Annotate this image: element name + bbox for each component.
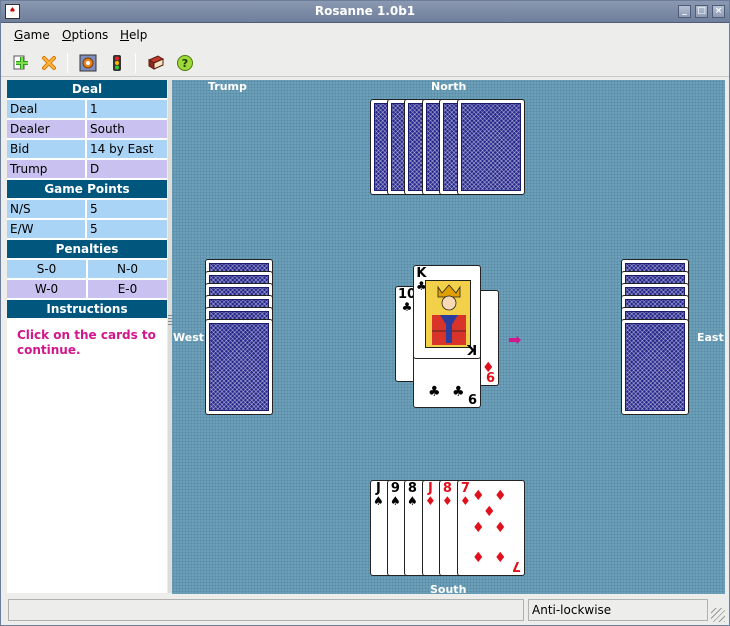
dealer-value: South: [87, 120, 167, 138]
diamond-icon: ♦: [483, 504, 496, 520]
trump-row: Trump D: [7, 160, 167, 178]
trump-value: D: [87, 160, 167, 178]
toolbar-separator: [135, 53, 136, 73]
arrow-right-icon: ➡: [508, 330, 522, 349]
instructions-text: Click on the cards to continue.: [17, 328, 156, 357]
north-penalty: N-0: [88, 260, 167, 278]
bid-value: 14 by East: [87, 140, 167, 158]
title-bar: ♠ Rosanne 1.0b1 _ □ ×: [1, 1, 729, 23]
west-card-back: [205, 319, 273, 415]
penalties-header: Penalties: [7, 240, 167, 258]
card-rank: 7: [511, 558, 521, 573]
dealer-row: Dealer South: [7, 120, 167, 138]
close-game-icon[interactable]: [39, 53, 59, 73]
status-direction: Anti-lockwise: [528, 599, 708, 621]
menu-bar: Game Options Help: [1, 24, 729, 46]
west-label: West: [173, 331, 205, 344]
east-card-back: [621, 319, 689, 415]
traffic-light-icon[interactable]: [107, 53, 127, 73]
east-penalty: E-0: [88, 280, 167, 298]
preferences-icon[interactable]: [78, 53, 98, 73]
club-icon: ♣: [428, 384, 441, 400]
king-face-icon: [425, 280, 471, 348]
spade-icon: ♠: [373, 494, 384, 508]
ew-points-row: E/W 5: [7, 220, 167, 238]
diamond-icon: ♦: [482, 360, 495, 376]
ns-label: N/S: [7, 200, 85, 218]
close-window-button[interactable]: ×: [712, 5, 725, 18]
diamond-icon: ♦: [472, 520, 485, 536]
penalties-row-we: W-0 E-0: [7, 280, 167, 298]
played-card-north: K ♣ K: [413, 265, 481, 359]
south-label: South: [430, 583, 467, 594]
diamond-icon: ♦: [460, 494, 471, 508]
deal-number-label: Deal Number: [7, 100, 85, 134]
ns-points-row: N/S 5: [7, 200, 167, 218]
south-card[interactable]: 7 ♦ ♦ ♦ ♦ ♦ ♦ ♦ ♦ 7: [457, 480, 525, 576]
window-title: Rosanne 1.0b1: [314, 4, 416, 18]
rules-book-icon[interactable]: [146, 53, 166, 73]
menu-options[interactable]: Options: [62, 28, 108, 42]
east-label: East: [697, 331, 724, 344]
diamond-icon: ♦: [425, 494, 436, 508]
game-points-header: Game Points: [7, 180, 167, 198]
diamond-icon: ♦: [494, 550, 507, 566]
diamond-icon: ♦: [494, 488, 507, 504]
status-left: [8, 599, 524, 621]
card-table: Trump North West East South 10 ♣ 9 ♦ 9 ♣…: [172, 80, 725, 594]
help-icon[interactable]: ?: [175, 53, 195, 73]
instructions-header: Instructions: [7, 300, 167, 318]
deal-number-row: Deal Number 1: [7, 100, 167, 134]
game-window: ♠ Rosanne 1.0b1 _ □ × Game Options Help …: [0, 0, 730, 626]
diamond-icon: ♦: [472, 488, 485, 504]
west-penalty: W-0: [7, 280, 86, 298]
south-penalty: S-0: [7, 260, 86, 278]
ns-points: 5: [87, 200, 167, 218]
menu-game[interactable]: Game: [14, 28, 50, 42]
toolbar: ?: [1, 47, 729, 77]
bid-label: Bid: [7, 140, 85, 158]
deal-number-value: 1: [87, 100, 167, 118]
bid-row: Bid 14 by East: [7, 140, 167, 158]
north-label: North: [431, 80, 467, 93]
trump-table-label: Trump: [208, 80, 247, 93]
diamond-icon: ♦: [472, 550, 485, 566]
spade-icon: ♠: [407, 494, 418, 508]
penalties-row-sn: S-0 N-0: [7, 260, 167, 278]
toolbar-separator: [67, 53, 68, 73]
deal-header: Deal: [7, 80, 167, 98]
ew-label: E/W: [7, 220, 85, 238]
spade-icon: ♠: [390, 494, 401, 508]
svg-text:?: ?: [182, 57, 188, 70]
info-panel: Deal Deal Number 1 Dealer South Bid 14 b…: [7, 80, 167, 593]
card-rank: 9: [467, 390, 477, 405]
diamond-icon: ♦: [494, 520, 507, 536]
trump-label: Trump: [7, 160, 85, 178]
card-rank: K: [466, 341, 477, 356]
dealer-label: Dealer: [7, 120, 85, 138]
ew-points: 5: [87, 220, 167, 238]
menu-help[interactable]: Help: [120, 28, 147, 42]
club-icon: ♣: [452, 384, 465, 400]
north-card-back: [457, 99, 525, 195]
minimize-button[interactable]: _: [678, 5, 691, 18]
maximize-button[interactable]: □: [695, 5, 708, 18]
diamond-icon: ♦: [442, 494, 453, 508]
new-game-icon[interactable]: [11, 53, 31, 73]
resize-grip-icon[interactable]: [711, 608, 725, 622]
status-bar: Anti-lockwise: [1, 597, 729, 625]
